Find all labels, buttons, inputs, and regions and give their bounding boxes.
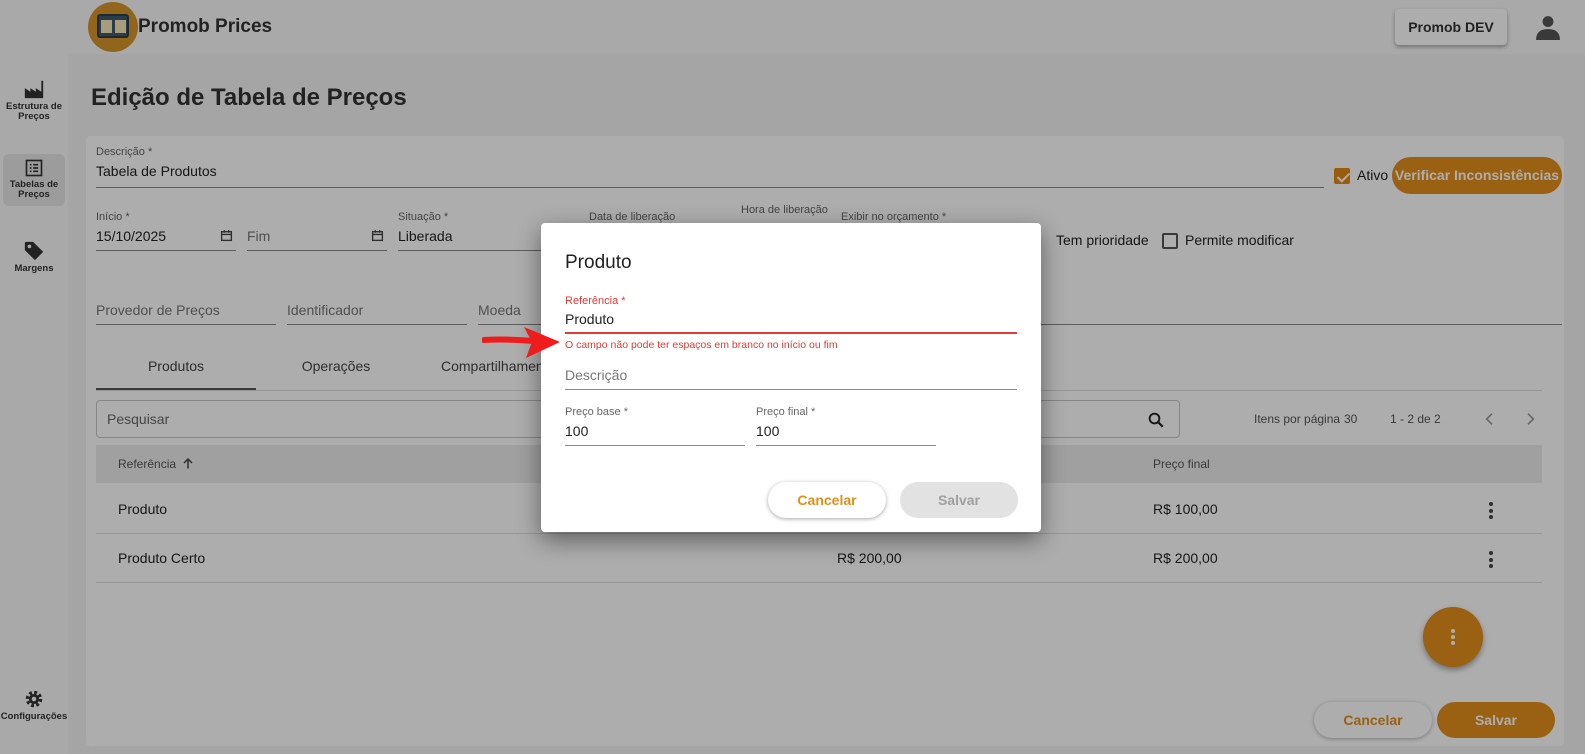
dialog-save-button[interactable]: Salvar [900,482,1018,518]
annotation-arrow-icon [482,327,560,358]
referencia-input[interactable]: Produto [565,311,614,327]
preco-base-underline [565,445,745,446]
preco-base-label: Preço base * [565,406,628,418]
referencia-label: Referência * [565,295,626,307]
preco-final-input[interactable]: 100 [756,423,779,439]
descricao-input[interactable]: Descrição [565,367,627,383]
referencia-underline [565,332,1017,334]
preco-base-input[interactable]: 100 [565,423,588,439]
dialog-title: Produto [565,252,632,273]
preco-final-underline [756,445,936,446]
produto-dialog: Produto Referência * Produto O campo não… [541,223,1041,532]
descricao-underline [565,389,1017,390]
preco-final-label: Preço final * [756,406,816,418]
dialog-cancel-button[interactable]: Cancelar [768,482,886,518]
referencia-error-message: O campo não pode ter espaços em branco n… [565,339,838,351]
